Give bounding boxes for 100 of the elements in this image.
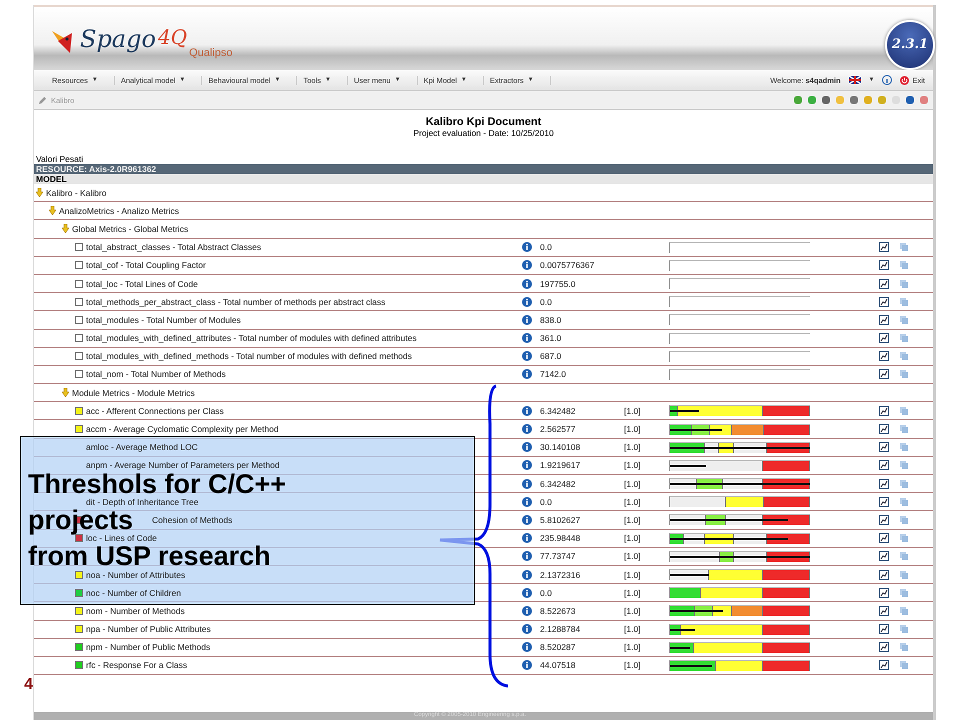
- metric-value: 6.342482: [540, 406, 576, 416]
- chart-icon[interactable]: [879, 314, 889, 325]
- tree-node-label[interactable]: Global Metrics - Global Metrics: [72, 224, 188, 234]
- info-icon[interactable]: [522, 606, 532, 616]
- metric-value: 7142.0: [540, 369, 567, 380]
- threshold-value: [1.0]: [624, 551, 642, 562]
- info-icon[interactable]: [522, 660, 532, 670]
- info-icon[interactable]: [522, 424, 532, 434]
- logo-subtitle: Qualipso: [189, 46, 232, 58]
- metric-label: total_cof - Total Coupling Factor: [86, 260, 206, 270]
- metric-label: accm - Average Cyclomatic Complexity per Method: [86, 424, 279, 434]
- chart-icon[interactable]: [879, 442, 889, 452]
- chart-icon[interactable]: [879, 242, 889, 252]
- metric-label: rfc - Response For a Class: [86, 660, 188, 670]
- info-icon[interactable]: [522, 642, 532, 652]
- info-icon[interactable]: [522, 460, 532, 470]
- metric-label: total_modules_with_defined_methods - Total number of modules with defined methods: [86, 351, 412, 362]
- model-header: MODEL: [34, 174, 933, 184]
- chart-icon[interactable]: [879, 333, 889, 344]
- info-icon[interactable]: [522, 333, 532, 344]
- metric-value: 30.140108: [540, 442, 582, 452]
- chart-icon[interactable]: [879, 642, 889, 652]
- expand-arrow-icon[interactable]: [62, 388, 69, 398]
- chart-icon[interactable]: [879, 570, 889, 580]
- chart-icon[interactable]: [879, 606, 889, 616]
- threshold-value: [1.0]: [624, 478, 642, 489]
- chart-icon[interactable]: [879, 551, 889, 562]
- info-icon[interactable]: [522, 624, 532, 634]
- metric-value: 0.0: [540, 296, 553, 307]
- metric-value: 8.520287: [540, 642, 576, 652]
- metric-value: 361.0: [540, 333, 562, 344]
- metric-value: 2.562577: [540, 424, 576, 434]
- info-icon[interactable]: [522, 406, 532, 416]
- logo-mark: 4Q: [158, 24, 188, 48]
- info-icon[interactable]: [522, 314, 532, 325]
- chart-icon[interactable]: [879, 533, 889, 544]
- callout-text: projects: [28, 506, 134, 535]
- chart-icon[interactable]: [879, 406, 889, 416]
- metric-value: 0.0: [540, 588, 553, 598]
- metric-value: 44.07518: [540, 660, 576, 670]
- threshold-value: [1.0]: [624, 442, 642, 452]
- info-icon[interactable]: [522, 351, 532, 362]
- metric-label: total_modules_with_defined_attributes - Total number of modules with defined attributes: [86, 333, 417, 344]
- chart-icon[interactable]: [879, 588, 889, 598]
- threshold-value: [1.0]: [624, 424, 642, 434]
- metric-value: 197755.0: [540, 278, 576, 289]
- info-icon[interactable]: [522, 551, 532, 562]
- info-icon[interactable]: [522, 260, 532, 270]
- metric-label: total_modules - Total Number of Modules: [86, 314, 241, 325]
- chart-icon[interactable]: [879, 296, 889, 307]
- metric-value: 77.73747: [540, 551, 576, 562]
- chart-icon[interactable]: [879, 260, 889, 270]
- threshold-value: [1.0]: [624, 570, 642, 580]
- info-icon[interactable]: [522, 570, 532, 580]
- info-icon[interactable]: [522, 478, 532, 489]
- metric-label: total_abstract_classes - Total Abstract Classes: [86, 242, 262, 252]
- threshold-value: [1.0]: [624, 606, 642, 616]
- chart-icon[interactable]: [879, 514, 889, 525]
- threshold-value: [1.0]: [624, 514, 642, 525]
- threshold-value: [1.0]: [624, 642, 642, 652]
- chart-icon[interactable]: [879, 478, 889, 489]
- chart-icon[interactable]: [879, 496, 889, 507]
- metric-value: 5.8102627: [540, 514, 582, 525]
- metric-value: 687.0: [540, 351, 562, 362]
- power-icon: [900, 76, 910, 84]
- info-icon[interactable]: [522, 588, 532, 598]
- metric-label: total_nom - Total Number of Methods: [86, 369, 226, 380]
- tree-node-label[interactable]: Kalibro - Kalibro: [46, 188, 106, 198]
- chart-icon[interactable]: [879, 351, 889, 362]
- chart-icon[interactable]: [879, 278, 889, 289]
- flag-icon[interactable]: [848, 76, 861, 84]
- metric-value: 8.522673: [540, 606, 576, 616]
- info-icon[interactable]: [522, 514, 532, 525]
- chart-icon[interactable]: [879, 424, 889, 434]
- info-icon[interactable]: [522, 442, 532, 452]
- chart-icon[interactable]: [879, 624, 889, 634]
- threshold-value: [1.0]: [624, 460, 642, 470]
- threshold-value: [1.0]: [624, 588, 642, 598]
- tree-node-label[interactable]: AnalizoMetrics - Analizo Metrics: [59, 206, 179, 216]
- tree-node-label[interactable]: Module Metrics - Module Metrics: [72, 388, 195, 398]
- info-icon[interactable]: [522, 369, 532, 380]
- metric-label: npm - Number of Public Methods: [86, 642, 210, 652]
- info-icon[interactable]: [882, 75, 892, 85]
- pencil-icon: [38, 96, 47, 104]
- metric-value: 235.98448: [540, 533, 582, 544]
- version-badge: 2.3.1: [885, 20, 935, 70]
- info-icon[interactable]: [522, 278, 532, 289]
- metric-label: amloc - Average Method LOC: [86, 442, 198, 452]
- chart-icon[interactable]: [879, 369, 889, 380]
- threshold-value: [1.0]: [624, 624, 642, 634]
- metric-label: total_methods_per_abstract_class - Total number of methods per abstract class: [86, 296, 386, 307]
- chart-icon[interactable]: [879, 660, 889, 670]
- info-icon[interactable]: [522, 496, 532, 507]
- threshold-value: [1.0]: [624, 406, 642, 416]
- info-icon[interactable]: [522, 242, 532, 252]
- metric-value: 6.342482: [540, 478, 576, 489]
- info-icon[interactable]: [522, 533, 532, 544]
- chart-icon[interactable]: [879, 460, 889, 470]
- slide-number: 4: [24, 676, 33, 694]
- info-icon[interactable]: [522, 296, 532, 307]
